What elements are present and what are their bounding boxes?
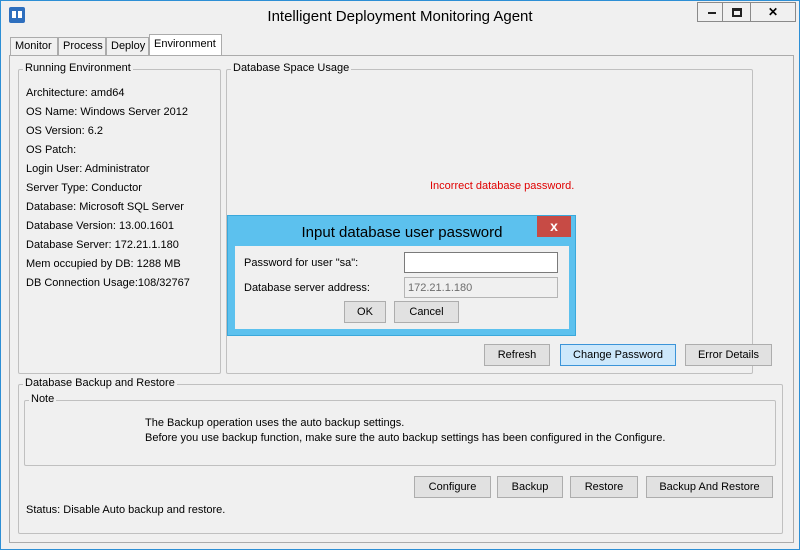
env-database: Database: Microsoft SQL Server (26, 201, 184, 213)
cancel-button[interactable]: Cancel (394, 301, 459, 323)
configure-button[interactable]: Configure (414, 476, 491, 498)
tab-monitor[interactable]: Monitor (10, 37, 58, 56)
password-dialog: Input database user password x Password … (227, 215, 576, 336)
window-title: Intelligent Deployment Monitoring Agent (267, 8, 533, 25)
ok-button[interactable]: OK (344, 301, 386, 323)
env-mem-occupied: Mem occupied by DB: 1288 MB (26, 258, 181, 270)
dialog-close-button[interactable]: x (537, 216, 571, 237)
note-box: Note The Backup operation uses the auto … (24, 393, 776, 466)
refresh-button[interactable]: Refresh (484, 344, 550, 366)
minimize-icon (708, 11, 716, 14)
database-space-usage-title: Database Space Usage (231, 62, 352, 74)
env-server-type: Server Type: Conductor (26, 182, 142, 194)
env-db-connection-usage: DB Connection Usage:108/32767 (26, 277, 190, 289)
env-os-version: OS Version: 6.2 (26, 125, 104, 137)
note-title: Note (29, 393, 57, 405)
tab-process[interactable]: Process (58, 37, 106, 56)
change-password-button[interactable]: Change Password (560, 344, 676, 366)
password-input[interactable] (404, 252, 558, 273)
note-line-1: The Backup operation uses the auto backu… (145, 417, 405, 429)
password-label: Password for user "sa": (244, 257, 359, 269)
error-message: Incorrect database password. (430, 180, 575, 192)
env-login-user: Login User: Administrator (26, 163, 150, 175)
note-line-2: Before you use backup function, make sur… (145, 432, 666, 444)
running-environment-title: Running Environment (23, 62, 133, 74)
backup-restore-title: Database Backup and Restore (23, 377, 177, 389)
backup-and-restore-button[interactable]: Backup And Restore (646, 476, 773, 498)
env-architecture: Architecture: amd64 (26, 87, 125, 99)
main-window: Intelligent Deployment Monitoring Agent … (0, 0, 800, 550)
server-address-input (404, 277, 558, 298)
env-os-patch: OS Patch: (26, 144, 77, 156)
backup-status: Status: Disable Auto backup and restore. (26, 504, 226, 516)
env-database-server: Database Server: 172.21.1.180 (26, 239, 179, 251)
maximize-button[interactable] (722, 2, 752, 22)
close-button[interactable]: ✕ (750, 2, 796, 22)
error-details-button[interactable]: Error Details (685, 344, 772, 366)
title-bar[interactable]: Intelligent Deployment Monitoring Agent … (1, 1, 799, 31)
dialog-body: Password for user "sa": Database server … (235, 246, 569, 329)
restore-button[interactable]: Restore (570, 476, 638, 498)
env-database-version: Database Version: 13.00.1601 (26, 220, 175, 232)
env-os-name: OS Name: Windows Server 2012 (26, 106, 189, 118)
server-address-label: Database server address: (244, 282, 370, 294)
tab-environment[interactable]: Environment (149, 34, 222, 56)
close-icon: ✕ (767, 5, 779, 19)
running-environment-group: Running Environment Architecture: amd64 … (18, 62, 221, 374)
dialog-title: Input database user password (301, 224, 503, 241)
backup-button[interactable]: Backup (497, 476, 563, 498)
maximize-icon (732, 8, 742, 18)
dialog-close-icon: x (550, 218, 558, 234)
tab-deploy[interactable]: Deploy (106, 37, 149, 56)
